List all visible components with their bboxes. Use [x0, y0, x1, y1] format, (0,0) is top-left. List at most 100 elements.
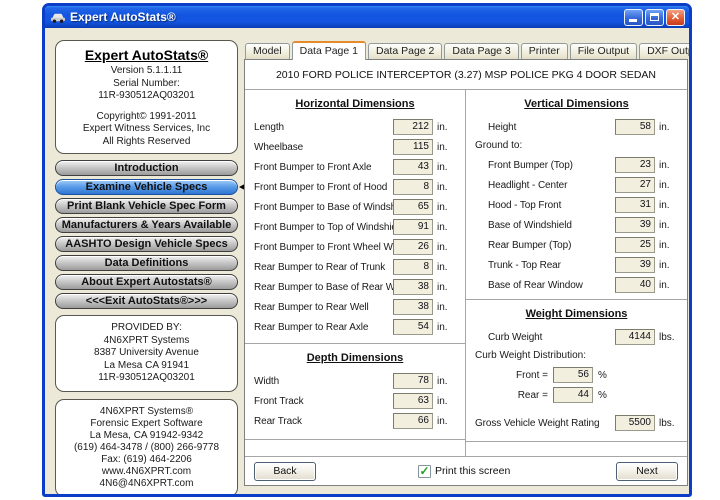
minimize-button[interactable]	[624, 9, 643, 26]
main-area: Model Data Page 1 Data Page 2 Data Page …	[244, 40, 688, 486]
print-this-screen-option[interactable]: ✓ Print this screen	[418, 465, 510, 478]
dimension-unit: in.	[659, 122, 680, 133]
dimension-unit: in.	[437, 376, 458, 387]
serial-number: 11R-930512AQ03201	[59, 90, 234, 103]
close-button[interactable]: ✕	[666, 9, 685, 26]
dimension-unit: in.	[659, 280, 680, 291]
dimension-label: Wheelbase	[254, 142, 393, 153]
nav-data-definitions[interactable]: Data Definitions	[55, 255, 238, 271]
weight-dimensions-heading: Weight Dimensions	[466, 300, 687, 327]
nav-examine-vehicle-specs[interactable]: Examine Vehicle Specs	[55, 179, 238, 195]
provider-name: 4N6XPRT Systems	[58, 335, 235, 348]
maximize-icon	[650, 13, 659, 21]
tab-data-page-1[interactable]: Data Page 1	[292, 41, 366, 60]
ground-trunk-field[interactable]: 39	[615, 257, 655, 273]
dimension-unit: in.	[437, 322, 458, 333]
app-info-box: Expert AutoStats® Version 5.1.1.11 Seria…	[55, 40, 238, 154]
tab-printer[interactable]: Printer	[521, 43, 568, 59]
dimension-row: Base of Windshield 39 in.	[466, 215, 687, 235]
right-column: Vertical Dimensions Height 58 in. Ground…	[466, 90, 687, 456]
nav-print-blank-form[interactable]: Print Blank Vehicle Spec Form	[55, 198, 238, 214]
dimension-label: Front Bumper to Front of Hood	[254, 182, 393, 193]
back-button[interactable]: Back	[254, 462, 316, 481]
dimension-label: Front Bumper to Top of Windshield	[254, 222, 393, 233]
tab-file-output[interactable]: File Output	[570, 43, 637, 59]
next-button[interactable]: Next	[616, 462, 678, 481]
width-field[interactable]: 78	[393, 373, 433, 389]
dimension-row: Length 212 in.	[245, 117, 465, 137]
dimension-label: Rear Bumper to Rear Well	[254, 302, 393, 313]
dimension-label: Base of Windshield	[488, 220, 615, 231]
dimension-label: Headlight - Center	[488, 180, 615, 191]
dimension-label: Gross Vehicle Weight Rating	[475, 418, 615, 429]
rb-base-rear-window-field[interactable]: 38	[393, 279, 433, 295]
dimension-row: Front Bumper to Front Wheel Well 26 in.	[245, 237, 465, 257]
nav-about[interactable]: About Expert Autostats®	[55, 274, 238, 290]
ground-hood-field[interactable]: 31	[615, 197, 655, 213]
height-field[interactable]: 58	[615, 119, 655, 135]
dimension-label: Rear Bumper (Top)	[488, 240, 615, 251]
dimension-unit: in.	[659, 160, 680, 171]
fb-front-wheel-well-field[interactable]: 26	[393, 239, 433, 255]
dimension-row: Rear Bumper (Top) 25 in.	[466, 235, 687, 255]
fb-base-windshield-field[interactable]: 65	[393, 199, 433, 215]
tab-data-page-2[interactable]: Data Page 2	[368, 43, 442, 59]
tab-data-page-3[interactable]: Data Page 3	[444, 43, 518, 59]
tab-bar: Model Data Page 1 Data Page 2 Data Page …	[244, 40, 688, 59]
tab-dxf-output[interactable]: DXF Output	[639, 43, 692, 59]
length-field[interactable]: 212	[393, 119, 433, 135]
nav-manufacturers-years[interactable]: Manufacturers & Years Available	[55, 217, 238, 233]
fb-top-windshield-field[interactable]: 91	[393, 219, 433, 235]
dimension-row: Height 58 in.	[466, 117, 687, 137]
rear-distribution-field[interactable]: 44	[553, 387, 593, 403]
ground-front-bumper-field[interactable]: 23	[615, 157, 655, 173]
left-column: Horizontal Dimensions Length 212 in. Whe…	[245, 90, 466, 456]
vertical-dimensions-heading: Vertical Dimensions	[466, 90, 687, 117]
nav-aashto-specs[interactable]: AASHTO Design Vehicle Specs	[55, 236, 238, 252]
dimension-row: Width 78 in.	[245, 371, 465, 391]
provider-serial: 11R-930512AQ03201	[58, 372, 235, 385]
provider-address: 8387 University Avenue	[58, 347, 235, 360]
curb-weight-distribution-label: Curb Weight Distribution:	[466, 347, 687, 365]
dimension-row: Rear Bumper to Base of Rear Window 38 in…	[245, 277, 465, 297]
dimension-row: Rear Bumper to Rear Axle 54 in.	[245, 317, 465, 337]
contact-phone: (619) 464-3478 / (800) 266-9778	[58, 442, 235, 454]
curb-weight-field[interactable]: 4144	[615, 329, 655, 345]
dimension-label: Rear Track	[254, 416, 393, 427]
wheelbase-field[interactable]: 115	[393, 139, 433, 155]
fb-front-hood-field[interactable]: 8	[393, 179, 433, 195]
front-distribution-field[interactable]: 56	[553, 367, 593, 383]
dimension-label: Trunk - Top Rear	[488, 260, 615, 271]
nav-exit[interactable]: <<<Exit AutoStats®>>>	[55, 293, 238, 309]
nav-introduction[interactable]: Introduction	[55, 160, 238, 176]
rb-rear-axle-field[interactable]: 54	[393, 319, 433, 335]
print-checkbox[interactable]: ✓	[418, 465, 431, 478]
dimension-label: Rear Bumper to Rear of Trunk	[254, 262, 393, 273]
dimension-unit: in.	[437, 122, 458, 133]
ground-headlight-field[interactable]: 27	[615, 177, 655, 193]
dimension-label: Front Bumper (Top)	[488, 160, 615, 171]
rb-rear-trunk-field[interactable]: 8	[393, 259, 433, 275]
ground-base-rear-window-field[interactable]: 40	[615, 277, 655, 293]
ground-rear-bumper-field[interactable]: 25	[615, 237, 655, 253]
ground-base-windshield-field[interactable]: 39	[615, 217, 655, 233]
fb-front-axle-field[interactable]: 43	[393, 159, 433, 175]
dimension-label: Width	[254, 376, 393, 387]
rear-distribution-label: Rear =	[496, 390, 548, 401]
horizontal-dimensions-heading: Horizontal Dimensions	[245, 90, 465, 117]
contact-email: 4N6@4N6XPRT.com	[58, 478, 235, 490]
dimension-row: Rear Bumper to Rear Well 38 in.	[245, 297, 465, 317]
depth-dimensions-section: Depth Dimensions Width 78 in. Front Trac…	[245, 343, 465, 440]
rear-track-field[interactable]: 66	[393, 413, 433, 429]
dimension-row: Front Bumper to Top of Windshield 91 in.	[245, 217, 465, 237]
gvwr-field[interactable]: 5500	[615, 415, 655, 431]
dimension-row: Headlight - Center 27 in.	[466, 175, 687, 195]
rb-rear-well-field[interactable]: 38	[393, 299, 433, 315]
front-track-field[interactable]: 63	[393, 393, 433, 409]
maximize-button[interactable]	[645, 9, 664, 26]
dimension-unit: in.	[437, 222, 458, 233]
tab-model[interactable]: Model	[245, 43, 290, 59]
dimension-unit: lbs.	[659, 418, 680, 429]
dimension-label: Hood - Top Front	[488, 200, 615, 211]
dimension-unit: in.	[437, 202, 458, 213]
